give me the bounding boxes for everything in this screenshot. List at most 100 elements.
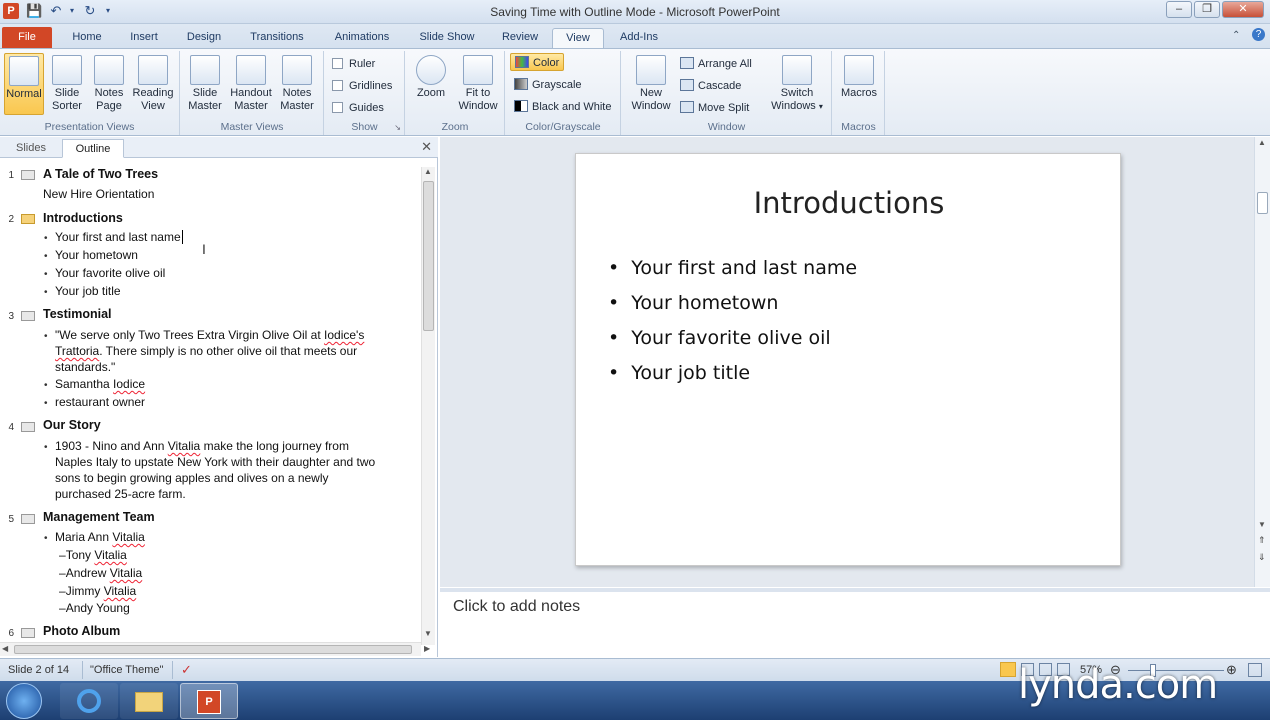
tab-outline[interactable]: Outline: [62, 139, 124, 158]
tab-add-ins[interactable]: Add-Ins: [612, 28, 666, 48]
slide-bullet[interactable]: • Your job title: [608, 362, 750, 384]
outline-sub-bullet[interactable]: –Andy Young: [59, 601, 130, 615]
scroll-down-icon[interactable]: ▼: [424, 629, 432, 638]
outline-bullet[interactable]: restaurant owner: [55, 395, 145, 409]
outline-horizontal-scrollbar[interactable]: ◀ ▶: [0, 642, 430, 656]
move-split-button[interactable]: Move Split: [680, 99, 749, 117]
scroll-thumb[interactable]: [14, 645, 412, 654]
slide-icon[interactable]: [21, 311, 35, 321]
outline-slide-title[interactable]: Our Story: [43, 418, 101, 432]
restore-button[interactable]: ❐: [1194, 1, 1220, 18]
outline-bullet-continued[interactable]: Naples Italy to upstate New York with th…: [55, 455, 375, 469]
switch-windows-button[interactable]: Switch Windows ▾: [770, 53, 824, 115]
powerpoint-taskbar-icon[interactable]: P: [180, 683, 238, 719]
start-button[interactable]: [6, 683, 42, 719]
color-button[interactable]: Color: [510, 53, 565, 71]
scroll-right-icon[interactable]: ▶: [424, 644, 430, 653]
help-icon[interactable]: ?: [1252, 28, 1265, 41]
slide-vertical-scrollbar[interactable]: ▲ ▼ ⇑ ⇓: [1254, 137, 1270, 587]
previous-slide-icon[interactable]: ⇑: [1258, 535, 1266, 546]
slide-icon[interactable]: [21, 170, 35, 180]
minimize-ribbon-icon[interactable]: ⌃: [1232, 30, 1240, 41]
arrange-all-button[interactable]: Arrange All: [680, 55, 752, 73]
outline-slide-title[interactable]: Management Team: [43, 510, 155, 524]
outline-bullet[interactable]: Samantha Iodice: [55, 377, 145, 391]
zoom-button[interactable]: Zoom: [409, 53, 453, 115]
outline-slide-title[interactable]: Photo Album: [43, 624, 120, 638]
outline-sub-bullet[interactable]: –Jimmy Vitalia: [59, 584, 136, 598]
next-slide-icon[interactable]: ⇓: [1258, 552, 1266, 563]
tab-file[interactable]: File: [2, 27, 52, 48]
notes-pane[interactable]: Click to add notes: [440, 588, 1270, 658]
outline-bullet-continued[interactable]: sons to begin growing apples and olives …: [55, 471, 329, 485]
outline-bullet[interactable]: Your first and last name: [55, 230, 183, 244]
tab-design[interactable]: Design: [178, 28, 230, 48]
dialog-launcher-icon[interactable]: ↘: [394, 123, 401, 132]
slide-icon[interactable]: [21, 422, 35, 432]
close-button[interactable]: ✕: [1222, 1, 1264, 18]
outline-subtitle[interactable]: New Hire Orientation: [43, 187, 154, 201]
slide-bullet[interactable]: • Your favorite olive oil: [608, 327, 831, 349]
tab-home[interactable]: Home: [62, 28, 112, 48]
outline-bullet-continued[interactable]: standards.": [55, 360, 115, 374]
slide-bullet[interactable]: • Your hometown: [608, 292, 778, 314]
notes-placeholder[interactable]: Click to add notes: [453, 598, 580, 616]
tab-review[interactable]: Review: [494, 28, 546, 48]
scroll-thumb[interactable]: [1257, 192, 1268, 214]
cascade-button[interactable]: Cascade: [680, 77, 741, 95]
zoom-in-icon[interactable]: ⊕: [1226, 662, 1237, 678]
outline-bullet[interactable]: 1903 - Nino and Ann Vitalia make the lon…: [55, 439, 349, 453]
tab-transitions[interactable]: Transitions: [240, 28, 314, 48]
grayscale-button[interactable]: Grayscale: [514, 76, 582, 94]
handout-master-button[interactable]: Handout Master: [228, 53, 274, 115]
outline-slide-title[interactable]: Introductions: [43, 211, 123, 225]
ruler-checkbox[interactable]: Ruler: [332, 55, 375, 73]
scroll-left-icon[interactable]: ◀: [2, 644, 8, 653]
outline-bullet[interactable]: Maria Ann Vitalia: [55, 530, 145, 544]
outline-sub-bullet[interactable]: –Tony Vitalia: [59, 548, 127, 562]
scroll-thumb[interactable]: [423, 181, 434, 331]
reading-view-button[interactable]: Reading View: [130, 53, 176, 115]
slide-icon[interactable]: [21, 628, 35, 638]
outline-sub-bullet[interactable]: –Andrew Vitalia: [59, 566, 142, 580]
slide-title[interactable]: Introductions: [576, 186, 1122, 220]
tab-animations[interactable]: Animations: [324, 28, 400, 48]
new-window-button[interactable]: New Window: [628, 53, 674, 115]
normal-view-status-icon[interactable]: [1000, 662, 1016, 677]
minimize-button[interactable]: –: [1166, 1, 1192, 18]
black-and-white-button[interactable]: Black and White: [514, 98, 611, 116]
notes-page-button[interactable]: Notes Page: [88, 53, 130, 115]
outline-slide-title[interactable]: A Tale of Two Trees: [43, 167, 158, 181]
tab-view[interactable]: View: [552, 28, 604, 48]
scroll-down-icon[interactable]: ▼: [1258, 520, 1266, 529]
slide-icon[interactable]: [21, 514, 35, 524]
internet-explorer-icon[interactable]: [60, 683, 118, 719]
gridlines-checkbox[interactable]: Gridlines: [332, 77, 392, 95]
outline-bullet-continued[interactable]: Trattoria. There simply is no other oliv…: [55, 344, 357, 358]
outline-bullet[interactable]: Your favorite olive oil: [55, 266, 165, 280]
close-pane-icon[interactable]: ✕: [421, 139, 432, 155]
spelling-check-icon[interactable]: ✓: [181, 662, 192, 678]
slide-master-button[interactable]: Slide Master: [184, 53, 226, 115]
slide-icon[interactable]: [21, 214, 35, 224]
slide-canvas[interactable]: Introductions • Your first and last name…: [575, 153, 1121, 566]
tab-slides[interactable]: Slides: [6, 139, 56, 158]
scroll-up-icon[interactable]: ▲: [1258, 138, 1266, 147]
guides-checkbox[interactable]: Guides: [332, 99, 384, 117]
notes-master-button[interactable]: Notes Master: [276, 53, 318, 115]
scroll-up-icon[interactable]: ▲: [424, 167, 432, 176]
outline-vertical-scrollbar[interactable]: ▲ ▼: [421, 167, 435, 645]
outline-bullet[interactable]: Your hometown: [55, 248, 138, 262]
macros-button[interactable]: Macros: [837, 53, 881, 115]
normal-view-button[interactable]: Normal: [4, 53, 44, 115]
slide-bullet[interactable]: • Your first and last name: [608, 257, 857, 279]
outline-bullet-continued[interactable]: purchased 25-acre farm.: [55, 487, 186, 501]
outline-slide-title[interactable]: Testimonial: [43, 307, 112, 321]
fit-to-window-button[interactable]: Fit to Window: [454, 53, 502, 115]
fit-slide-icon[interactable]: [1248, 663, 1262, 677]
tab-slide-show[interactable]: Slide Show: [410, 28, 484, 48]
outline-bullet[interactable]: "We serve only Two Trees Extra Virgin Ol…: [55, 328, 364, 342]
outline-bullet[interactable]: Your job title: [55, 284, 121, 298]
theme-name[interactable]: "Office Theme": [90, 664, 163, 676]
tab-insert[interactable]: Insert: [118, 28, 170, 48]
